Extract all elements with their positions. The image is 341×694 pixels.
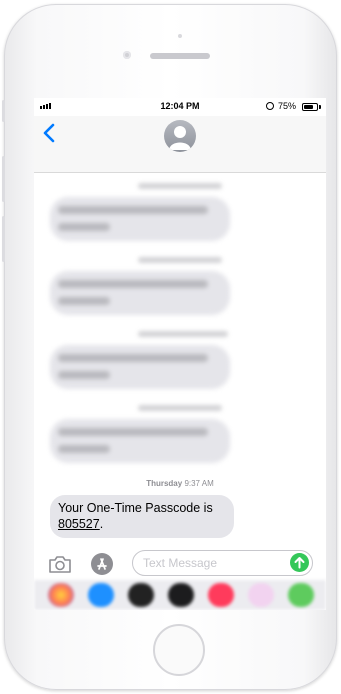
app-store-icon[interactable]	[90, 552, 114, 576]
compose-bar: Text Message	[34, 547, 326, 581]
status-bar: 12:04 PM 75%	[34, 98, 326, 116]
blurred-timestamp	[138, 183, 222, 189]
phone-frame: 12:04 PM 75% Thursday 9:37 AM Your One-T…	[2, 4, 337, 690]
blurred-timestamp	[138, 331, 228, 337]
volume-up-button	[2, 156, 5, 202]
contact-avatar[interactable]	[164, 120, 196, 152]
timestamp-time: 9:37 AM	[184, 479, 214, 488]
front-camera	[123, 51, 131, 59]
blurred-timestamp	[138, 405, 222, 411]
earpiece-speaker	[150, 53, 210, 59]
chevron-left-icon[interactable]	[40, 122, 60, 144]
volume-down-button	[2, 216, 5, 262]
photos-app-icon[interactable]	[48, 583, 74, 607]
blurred-message-bubble	[50, 419, 230, 463]
battery-level-fill	[304, 105, 313, 109]
music-app-icon[interactable]	[128, 583, 154, 607]
blurred-timestamp	[138, 257, 222, 263]
front-sensor	[178, 34, 182, 38]
message-thread[interactable]: Thursday 9:37 AM Your One-Time Passcode …	[34, 173, 326, 553]
animoji-app-icon[interactable]	[248, 583, 274, 607]
timestamp-day: Thursday	[146, 479, 183, 488]
search-images-app-icon[interactable]	[208, 583, 234, 607]
rotation-lock-icon	[266, 102, 274, 110]
conversation-header	[34, 116, 326, 173]
digital-touch-app-icon[interactable]	[168, 583, 194, 607]
blurred-message-bubble	[50, 271, 230, 315]
battery-icon	[302, 103, 318, 111]
message-input[interactable]: Text Message	[132, 550, 313, 576]
received-message-bubble[interactable]: Your One-Time Passcode is 805527.	[50, 495, 234, 538]
message-text-end: .	[99, 517, 104, 531]
passcode-link[interactable]: 805527	[58, 517, 100, 531]
blurred-message-bubble	[50, 197, 230, 241]
battery-percentage: 75%	[278, 101, 297, 111]
arrow-up-icon[interactable]	[290, 553, 309, 572]
mute-switch	[2, 100, 5, 122]
person-silhouette-icon	[169, 126, 191, 150]
more-app-icon[interactable]	[288, 583, 314, 607]
battery-cap	[319, 105, 321, 109]
blurred-message-bubble	[50, 345, 230, 389]
camera-icon[interactable]	[48, 553, 72, 575]
app-store-app-icon[interactable]	[88, 583, 114, 607]
imessage-app-drawer[interactable]	[34, 580, 326, 610]
message-timestamp: Thursday 9:37 AM	[34, 479, 326, 488]
messages-screen: 12:04 PM 75% Thursday 9:37 AM Your One-T…	[34, 98, 326, 610]
message-text: Your One-Time Passcode is	[58, 501, 213, 515]
home-button[interactable]	[153, 624, 205, 676]
